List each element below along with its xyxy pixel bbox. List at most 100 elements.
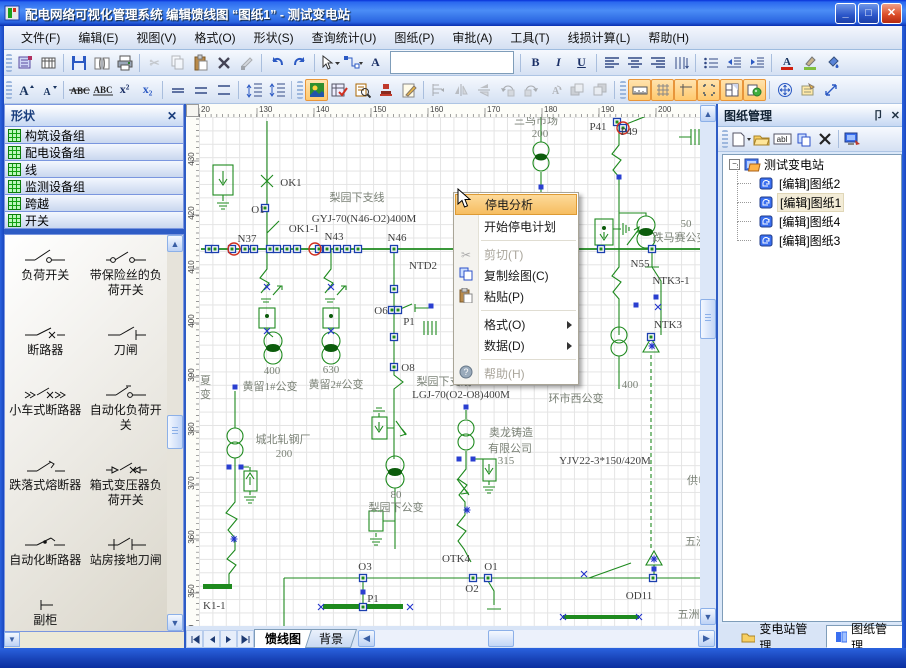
pan-button[interactable]	[773, 79, 796, 101]
menu-item-10[interactable]: 帮助(H)	[639, 26, 698, 49]
context-menu-item-0[interactable]: 停电分析	[455, 194, 577, 215]
spacing-tight-button[interactable]	[166, 79, 189, 101]
tab-background[interactable]: 背景	[305, 629, 357, 648]
format-painter-button[interactable]	[235, 52, 258, 74]
rename-sheet-button[interactable]: abl	[772, 129, 793, 149]
flip-horizontal-button[interactable]	[450, 79, 473, 101]
approve-stamp-button[interactable]	[374, 79, 397, 101]
canvas-scroll-right-icon[interactable]: ▶	[698, 630, 715, 647]
underline-button[interactable]: U	[570, 52, 593, 74]
menu-item-5[interactable]: 查询统计(U)	[303, 26, 386, 49]
spacing-normal-button[interactable]	[189, 79, 212, 101]
bring-to-front-button[interactable]	[565, 79, 588, 101]
stencil-item-3[interactable]: 刀闸	[86, 324, 167, 358]
table-button[interactable]	[37, 52, 60, 74]
canvas-scroll-left-icon[interactable]: ◀	[358, 630, 375, 647]
stencil-scrollbar[interactable]: ▲ ▼	[167, 235, 183, 631]
underline-abc-button[interactable]: ABC	[90, 79, 113, 101]
menu-item-2[interactable]: 视图(V)	[127, 26, 185, 49]
context-menu-item-8[interactable]: 数据(D)	[454, 335, 578, 356]
strikethrough-button[interactable]: ABC	[67, 79, 90, 101]
grow-font-button[interactable]: A	[14, 79, 37, 101]
stencil-scroll-up-icon[interactable]: ▲	[167, 235, 183, 252]
canvas-scroll-up-icon[interactable]: ▲	[700, 105, 716, 122]
fill-color-button[interactable]	[821, 52, 844, 74]
close-button[interactable]: ✕	[881, 3, 902, 24]
menu-item-6[interactable]: 图纸(P)	[385, 26, 443, 49]
undo-button[interactable]	[265, 52, 288, 74]
redo-button[interactable]	[288, 52, 311, 74]
copy-sheet-button[interactable]	[793, 129, 814, 149]
context-menu-item-5[interactable]: 粘贴(P)	[454, 286, 578, 307]
maximize-button[interactable]: □	[858, 3, 879, 24]
cut-button[interactable]: ✂	[143, 52, 166, 74]
pin-icon[interactable]: 卩	[873, 107, 884, 123]
stencil-item-1[interactable]: 带保险丝的负荷开关	[86, 249, 167, 298]
canvas-hscroll-thumb[interactable]	[488, 630, 514, 647]
minimize-button[interactable]: _	[835, 3, 856, 24]
prev-page-icon[interactable]	[203, 630, 220, 648]
panel-toolbar-grip[interactable]	[722, 130, 728, 148]
delete-button[interactable]	[212, 52, 235, 74]
stencil-group-3[interactable]: 监测设备组	[4, 178, 184, 195]
pointer-tool-button[interactable]	[318, 52, 341, 74]
canvas-vertical-scrollbar[interactable]: ▲ ▼	[700, 104, 716, 626]
send-to-back-button[interactable]	[588, 79, 611, 101]
page-breaks-toggle-button[interactable]	[720, 79, 743, 101]
text-tool-button[interactable]: A	[364, 52, 387, 74]
subscript-button[interactable]: x₂	[136, 79, 159, 101]
rotate-right-button[interactable]	[519, 79, 542, 101]
tree-sheet-1[interactable]: [编辑]图纸2	[723, 174, 901, 193]
increase-indent-button[interactable]	[745, 52, 768, 74]
stencil-group-1[interactable]: 配电设备组	[4, 144, 184, 161]
align-center-button[interactable]	[623, 52, 646, 74]
stencil-item-0[interactable]: 负荷开关	[5, 249, 86, 298]
italic-button[interactable]: I	[547, 52, 570, 74]
menu-item-0[interactable]: 文件(F)	[12, 26, 69, 49]
vertical-text-button[interactable]	[669, 52, 692, 74]
rotate-text-button[interactable]: A	[542, 79, 565, 101]
tree-sheet-4[interactable]: [编辑]图纸3	[723, 231, 901, 250]
toolbar-grip3[interactable]	[297, 81, 303, 99]
grid-toggle-button[interactable]	[651, 79, 674, 101]
bullets-button[interactable]	[699, 52, 722, 74]
resize-shape-button[interactable]	[819, 79, 842, 101]
stencil-group-2[interactable]: 线	[4, 161, 184, 178]
flip-vertical-button[interactable]	[473, 79, 496, 101]
station-label[interactable]: 测试变电站	[762, 156, 826, 173]
stencil-item-6[interactable]: 跌落式熔断器	[5, 459, 86, 508]
validate-sheet-button[interactable]	[328, 79, 351, 101]
context-menu-item-4[interactable]: 复制绘图(C)	[454, 265, 578, 286]
last-page-icon[interactable]	[237, 630, 254, 648]
menu-item-1[interactable]: 编辑(E)	[69, 26, 127, 49]
shrink-font-button[interactable]: A	[37, 79, 60, 101]
paste-button[interactable]	[189, 52, 212, 74]
context-menu-item-10[interactable]: ?帮助(H)	[454, 363, 578, 384]
ruler-toggle-button[interactable]	[628, 79, 651, 101]
station-config-button[interactable]	[842, 129, 863, 149]
connection-points-toggle-button[interactable]	[697, 79, 720, 101]
decrease-indent-button[interactable]	[722, 52, 745, 74]
stencil-item-7[interactable]: 箱式变压器负荷开关	[86, 459, 167, 508]
groups-scroll-down-icon[interactable]: ▼	[4, 632, 20, 647]
new-feeder-button[interactable]	[14, 52, 37, 74]
stencil-group-5[interactable]: 开关	[4, 212, 184, 229]
tab-sheet-manager[interactable]: 图纸管理	[826, 625, 906, 648]
context-menu-item-3[interactable]: ✂剪切(T)	[454, 244, 578, 265]
toolbar-grip4[interactable]	[620, 81, 626, 99]
tree-root-station[interactable]: − 测试变电站	[723, 155, 901, 174]
copy-button[interactable]	[166, 52, 189, 74]
shape-properties-button[interactable]	[796, 79, 819, 101]
guides-toggle-button[interactable]	[674, 79, 697, 101]
stencil-group-4[interactable]: 跨越	[4, 195, 184, 212]
align-shapes-button[interactable]	[427, 79, 450, 101]
print-button[interactable]	[113, 52, 136, 74]
tree-sheet-3[interactable]: [编辑]图纸4	[723, 212, 901, 231]
save-button[interactable]	[67, 52, 90, 74]
context-menu-item-1[interactable]: 开始停电计划	[454, 216, 578, 237]
canvas-scroll-down-icon[interactable]: ▼	[700, 608, 716, 625]
line-spacing-down-button[interactable]	[265, 79, 288, 101]
toolbar-grip[interactable]	[6, 54, 12, 72]
canvas-scroll-thumb[interactable]	[700, 299, 716, 339]
device-image-button[interactable]	[305, 79, 328, 101]
